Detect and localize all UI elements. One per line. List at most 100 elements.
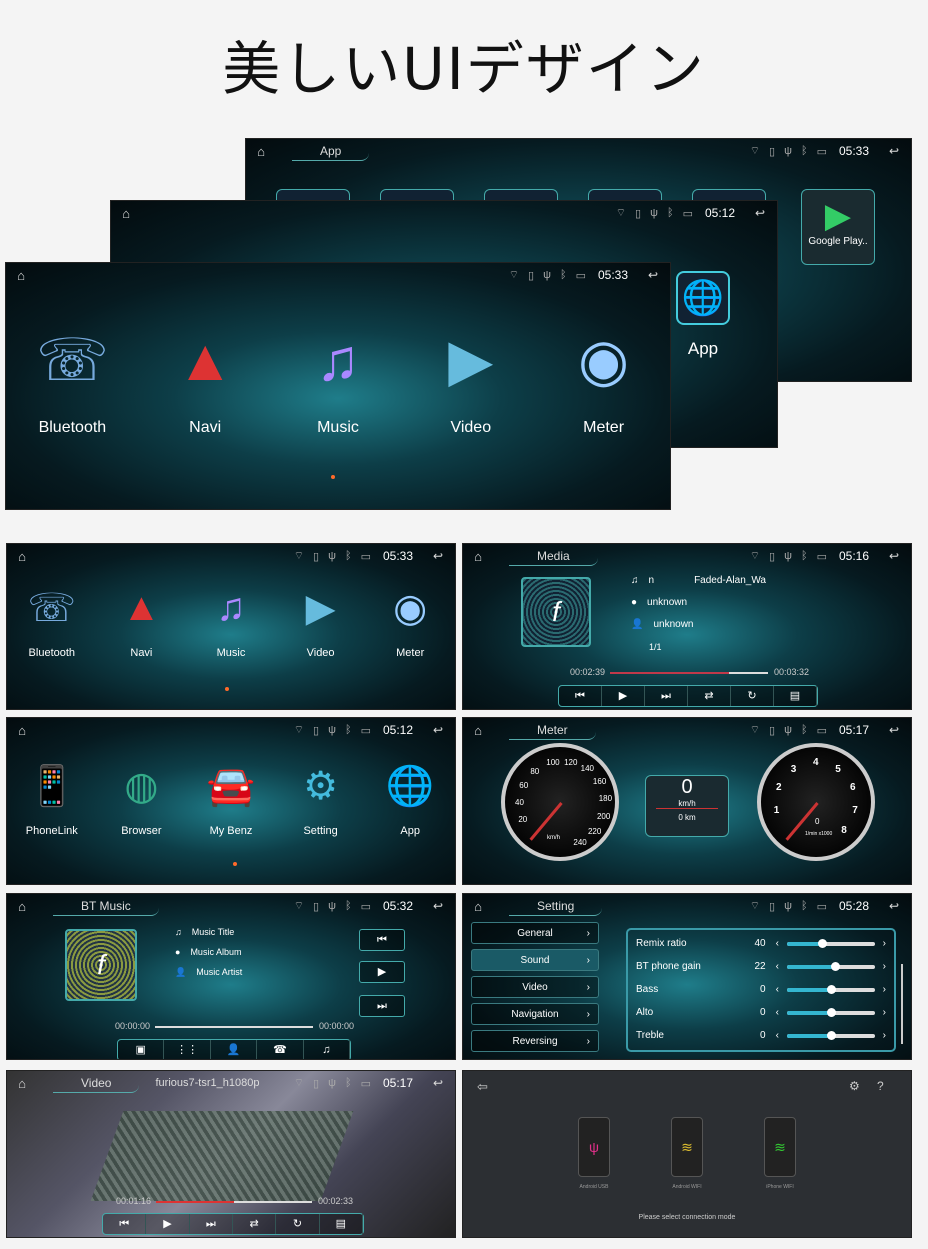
app-navi[interactable]: ▲ Navi <box>115 582 167 659</box>
menu-item-sound[interactable]: Sound <box>471 949 599 972</box>
repeat-icon[interactable]: ↻ <box>731 686 774 706</box>
bluetooth-icon: ☏ <box>27 586 77 630</box>
playlist-icon[interactable]: ▤ <box>774 686 817 706</box>
back-icon[interactable]: ↩ <box>743 206 777 220</box>
connection-mode-android-wifi[interactable]: ≋ <box>671 1117 703 1177</box>
scrollbar[interactable] <box>901 964 903 1044</box>
slider-fill <box>786 987 831 992</box>
contacts-icon[interactable]: 👤 <box>211 1040 258 1059</box>
music-icon: ♫ <box>216 586 246 629</box>
app-bluetooth[interactable]: ☏ Bluetooth <box>33 321 111 437</box>
usb-icon: ψ <box>784 550 792 562</box>
home-icon[interactable]: ⌂ <box>7 899 37 914</box>
app-app[interactable]: 🌐 App <box>384 760 436 837</box>
increase-button[interactable]: › <box>883 938 886 949</box>
app-label: Meter <box>396 647 425 659</box>
next-icon[interactable]: ⏭ <box>645 686 688 706</box>
app-browser[interactable]: ◍ Browser <box>115 760 167 838</box>
back-icon[interactable]: ↩ <box>421 1076 455 1090</box>
playlist-icon[interactable]: ▤ <box>320 1214 363 1234</box>
settings-gear-button[interactable]: ⚙ <box>849 1079 860 1093</box>
speed-tick: 220 <box>587 827 602 837</box>
home-icon[interactable]: ⌂ <box>463 899 493 914</box>
shuffle-icon[interactable]: ⇄ <box>233 1214 277 1234</box>
phonelink-icon: 📱 <box>27 765 77 808</box>
progress-bar[interactable] <box>610 672 768 674</box>
increase-button[interactable]: › <box>883 1007 886 1018</box>
decrease-button[interactable]: ‹ <box>776 961 779 972</box>
back-icon[interactable]: ↩ <box>877 549 911 563</box>
connection-mode-android-usb[interactable]: ψ <box>578 1117 610 1177</box>
menu-item-navigation[interactable]: Navigation <box>471 1003 599 1026</box>
app-my-benz[interactable]: 🚘 My Benz <box>205 760 257 837</box>
call-log-icon[interactable]: ☎ <box>257 1040 304 1059</box>
play-icon[interactable]: ▶ <box>602 686 645 706</box>
progress-bar[interactable] <box>156 1201 312 1203</box>
decrease-button[interactable]: ‹ <box>776 938 779 949</box>
help-button[interactable]: ? <box>877 1079 884 1093</box>
back-icon[interactable]: ↩ <box>877 899 911 913</box>
connection-mode-iphone-wifi[interactable]: ≋ <box>764 1117 796 1177</box>
home-icon[interactable]: ⌂ <box>7 1076 37 1091</box>
app-music[interactable]: ♫ Music <box>299 321 377 437</box>
app-phonelink[interactable]: 📱 PhoneLink <box>26 760 78 837</box>
setting-slider[interactable] <box>786 938 875 948</box>
app-meter[interactable]: ◉ Meter <box>565 321 643 437</box>
decrease-button[interactable]: ‹ <box>776 1007 779 1018</box>
home-icon[interactable]: ⌂ <box>6 268 36 283</box>
setting-slider[interactable] <box>786 961 875 971</box>
home-icon[interactable]: ⌂ <box>7 549 37 564</box>
previous-icon[interactable]: ⏮ <box>559 686 602 706</box>
bluetooth-icon: ᛒ <box>800 900 808 912</box>
bt-music-icon[interactable]: ♫ <box>304 1040 351 1059</box>
phone-screen-icon[interactable]: ▣ <box>118 1040 165 1059</box>
setting-slider[interactable] <box>786 1007 875 1017</box>
back-icon[interactable]: ↩ <box>421 549 455 563</box>
next-icon[interactable]: ⏭ <box>190 1214 233 1234</box>
menu-item-video[interactable]: Video <box>471 976 599 999</box>
dialpad-icon[interactable]: ⋮⋮ <box>164 1040 211 1059</box>
back-icon[interactable]: ↩ <box>421 723 455 737</box>
setting-name: Treble <box>636 1030 664 1041</box>
decrease-button[interactable]: ‹ <box>776 1030 779 1041</box>
play-icon[interactable]: ▶ <box>146 1214 190 1234</box>
music-note-icon: ♫ <box>316 327 360 393</box>
setting-slider[interactable] <box>786 1030 875 1040</box>
video-frame <box>90 1111 354 1201</box>
repeat-icon[interactable]: ↻ <box>276 1214 320 1234</box>
previous-icon[interactable]: ⏮ <box>103 1214 147 1234</box>
shuffle-icon[interactable]: ⇄ <box>688 686 731 706</box>
home-icon[interactable]: ⌂ <box>7 723 37 738</box>
increase-button[interactable]: › <box>883 961 886 972</box>
back-icon[interactable]: ↩ <box>877 144 911 158</box>
home-icon[interactable]: ⌂ <box>246 144 276 159</box>
sound-panel: Remix ratio 40 ‹ › BT phone gain 22 ‹ › Bass 0 ‹ › A… <box>626 928 896 1052</box>
increase-button[interactable]: › <box>883 984 886 995</box>
progress-bar[interactable] <box>155 1026 313 1028</box>
app-setting[interactable]: ⚙ Setting <box>295 760 347 838</box>
previous-button[interactable]: ⏮ <box>359 929 405 951</box>
back-icon[interactable]: ↩ <box>421 899 455 913</box>
app-music[interactable]: ♫ Music <box>205 582 257 659</box>
setting-slider[interactable] <box>786 984 875 994</box>
home-icon[interactable]: ⌂ <box>111 206 141 221</box>
exit-button[interactable]: ⇦ <box>477 1079 488 1095</box>
app-navi[interactable]: ▲ Navi <box>166 321 244 437</box>
menu-item-general[interactable]: General <box>471 922 599 945</box>
app-app[interactable]: 🌐 App <box>676 271 730 359</box>
next-button[interactable]: ⏭ <box>359 995 405 1017</box>
app-video[interactable]: ▶ Video <box>432 321 510 437</box>
app-video[interactable]: ▶ Video <box>295 582 347 660</box>
decrease-button[interactable]: ‹ <box>776 984 779 995</box>
screen-title: App <box>292 142 370 161</box>
home-icon[interactable]: ⌂ <box>463 549 493 564</box>
home-icon[interactable]: ⌂ <box>463 723 493 738</box>
back-icon[interactable]: ↩ <box>636 268 670 282</box>
back-icon[interactable]: ↩ <box>877 723 911 737</box>
app-google-play[interactable]: ▶ Google Play.. <box>801 189 875 265</box>
menu-item-reversing[interactable]: Reversing <box>471 1030 599 1053</box>
app-bluetooth[interactable]: ☏ Bluetooth <box>26 582 78 660</box>
increase-button[interactable]: › <box>883 1030 886 1041</box>
app-meter[interactable]: ◉ Meter <box>384 582 436 660</box>
play-button[interactable]: ▶ <box>359 961 405 983</box>
